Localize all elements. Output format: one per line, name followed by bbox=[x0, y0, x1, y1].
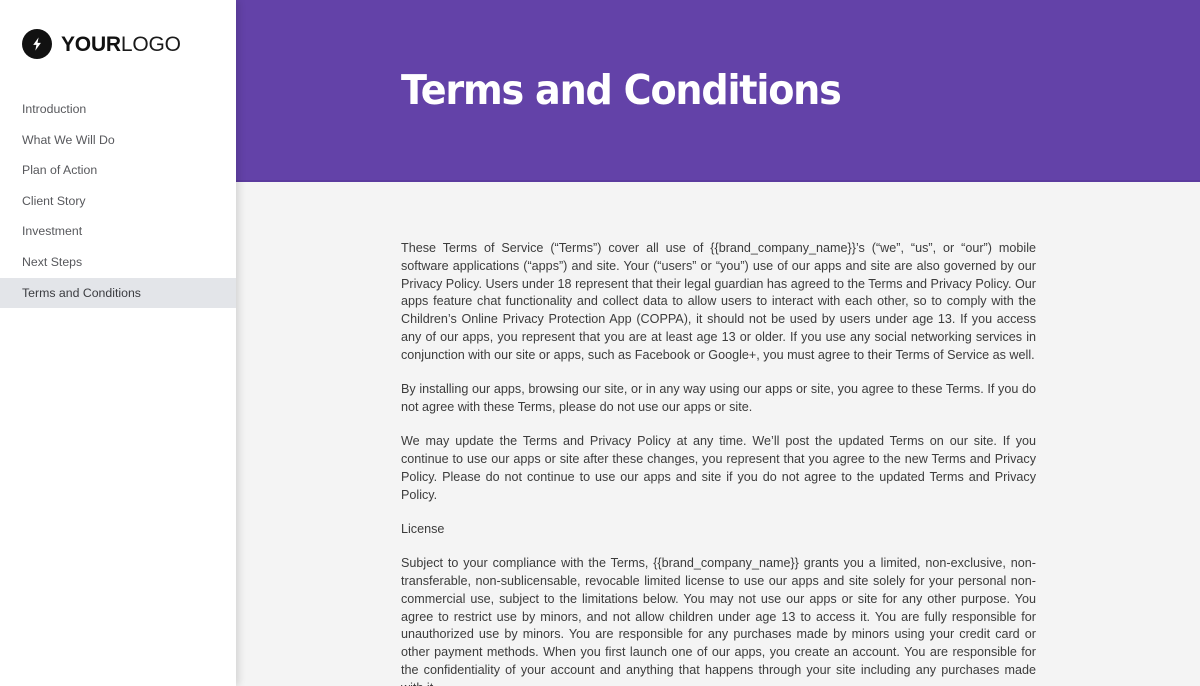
brand-logo[interactable]: YOURLOGO bbox=[22, 28, 236, 60]
document-body: These Terms of Service (“Terms”) cover a… bbox=[236, 182, 1200, 686]
brand-logo-text: YOURLOGO bbox=[61, 34, 181, 55]
proposal-page: YOURLOGO Introduction What We Will Do Pl… bbox=[0, 0, 1200, 686]
sidebar-item-client-story[interactable]: Client Story bbox=[0, 186, 236, 217]
sidebar-item-next-steps[interactable]: Next Steps bbox=[0, 247, 236, 278]
sidebar-item-terms-and-conditions[interactable]: Terms and Conditions bbox=[0, 277, 236, 309]
paragraph: We may update the Terms and Privacy Poli… bbox=[401, 434, 1036, 502]
paragraph: By installing our apps, browsing our sit… bbox=[401, 382, 1036, 414]
sidebar-nav: Introduction What We Will Do Plan of Act… bbox=[0, 94, 236, 309]
lightning-bolt-icon bbox=[22, 29, 52, 59]
sidebar-item-investment[interactable]: Investment bbox=[0, 216, 236, 247]
sidebar: YOURLOGO Introduction What We Will Do Pl… bbox=[0, 0, 236, 686]
page-title: Terms and Conditions bbox=[401, 65, 842, 114]
section-heading-license: License bbox=[401, 521, 445, 536]
brand-logo-light: LOGO bbox=[120, 32, 181, 56]
paragraph: Subject to your compliance with the Term… bbox=[401, 556, 1036, 686]
sidebar-item-what-we-will-do[interactable]: What We Will Do bbox=[0, 125, 236, 156]
sidebar-item-introduction[interactable]: Introduction bbox=[0, 94, 236, 125]
brand-logo-bold: YOUR bbox=[61, 32, 121, 56]
page-header-banner: Terms and Conditions bbox=[236, 0, 1200, 182]
main-content: Terms and Conditions These Terms of Serv… bbox=[236, 0, 1200, 686]
paragraph: These Terms of Service (“Terms”) cover a… bbox=[401, 241, 1036, 362]
sidebar-item-plan-of-action[interactable]: Plan of Action bbox=[0, 155, 236, 186]
